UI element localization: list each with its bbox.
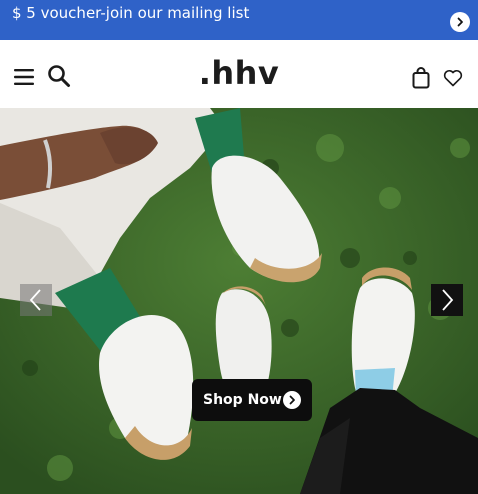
shopping-bag-icon[interactable]: [410, 66, 432, 90]
chevron-right-icon[interactable]: [431, 284, 463, 316]
site-logo[interactable]: .hhv: [0, 54, 478, 92]
hero-banner[interactable]: Shop Now: [0, 108, 478, 494]
chevron-left-icon[interactable]: [20, 284, 52, 316]
promo-text[interactable]: $ 5 voucher-join our mailing list: [12, 4, 249, 22]
promo-bar[interactable]: $ 5 voucher-join our mailing list: [0, 0, 478, 40]
shop-now-label: Shop Now: [203, 392, 282, 408]
site-header: .hhv: [0, 40, 478, 108]
shop-now-button[interactable]: Shop Now: [192, 379, 312, 421]
chevron-right-icon: [283, 391, 301, 409]
chevron-right-icon[interactable]: [450, 12, 470, 32]
heart-icon[interactable]: [443, 68, 463, 88]
hero-image: [0, 108, 478, 494]
